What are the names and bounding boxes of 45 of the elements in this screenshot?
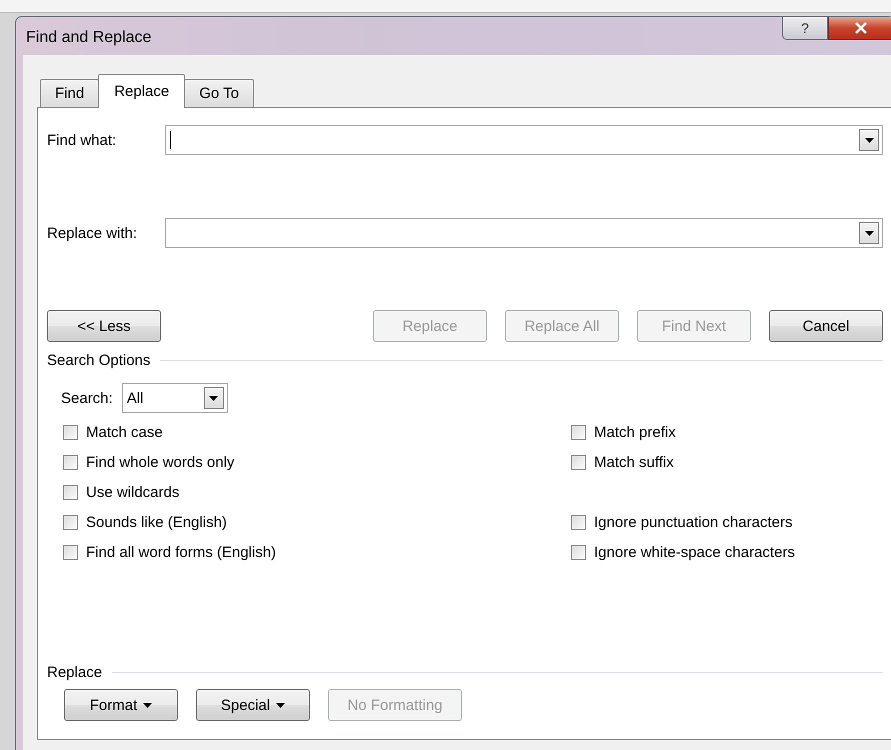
checkbox[interactable]: [63, 424, 78, 440]
caret-icon: [864, 138, 874, 142]
field-label: Replace with:: [47, 224, 138, 242]
checkbox[interactable]: [571, 544, 586, 560]
dropdown-button[interactable]: Special: [196, 689, 310, 721]
checkbox-label: Find all word forms (English): [86, 544, 276, 560]
checkbox-label: Find whole words only: [86, 454, 234, 470]
checkbox-label: Sounds like (English): [86, 514, 227, 530]
checkbox[interactable]: [571, 514, 586, 530]
close-button[interactable]: [828, 17, 891, 40]
checkbox-label: Match suffix: [594, 454, 674, 470]
tab[interactable]: Replace: [98, 74, 186, 108]
window-title: Find and Replace: [26, 29, 152, 47]
replace-with-field[interactable]: [165, 218, 883, 248]
button[interactable]: Cancel: [769, 310, 883, 342]
dropdown-button[interactable]: Format: [64, 689, 178, 721]
checkbox[interactable]: [63, 544, 78, 560]
checkbox-label: Match case: [86, 424, 163, 440]
checkbox[interactable]: [63, 514, 78, 530]
caret-icon: [143, 702, 152, 708]
tab[interactable]: Go To: [184, 79, 254, 107]
group-title: Search Options: [47, 352, 150, 369]
help-button[interactable]: ?: [782, 17, 828, 40]
checkbox[interactable]: [63, 484, 78, 500]
checkbox-label: Match prefix: [594, 424, 676, 440]
checkbox-label: Ignore punctuation characters: [594, 514, 792, 530]
checkbox[interactable]: [63, 454, 78, 470]
group-title: Replace: [47, 664, 102, 681]
tab[interactable]: Find: [40, 79, 100, 107]
dropdown-button[interactable]: [204, 387, 224, 409]
checkbox-label: Use wildcards: [86, 484, 180, 500]
caret-icon: [276, 702, 286, 708]
checkbox[interactable]: [571, 424, 586, 440]
field-label: Search:: [61, 390, 113, 406]
close-icon: [854, 22, 868, 34]
search-direction-dropdown[interactable]: All: [122, 383, 228, 413]
field-label: Find what:: [47, 132, 118, 148]
dropdown-button[interactable]: [859, 129, 879, 151]
caret-icon: [864, 230, 874, 236]
find-what-field[interactable]: [165, 125, 883, 155]
checkbox-label: Ignore white-space characters: [594, 544, 795, 560]
caret-icon: [209, 396, 218, 400]
dropdown-button[interactable]: [859, 222, 879, 244]
checkbox[interactable]: [571, 454, 586, 470]
button[interactable]: << Less: [47, 310, 161, 342]
